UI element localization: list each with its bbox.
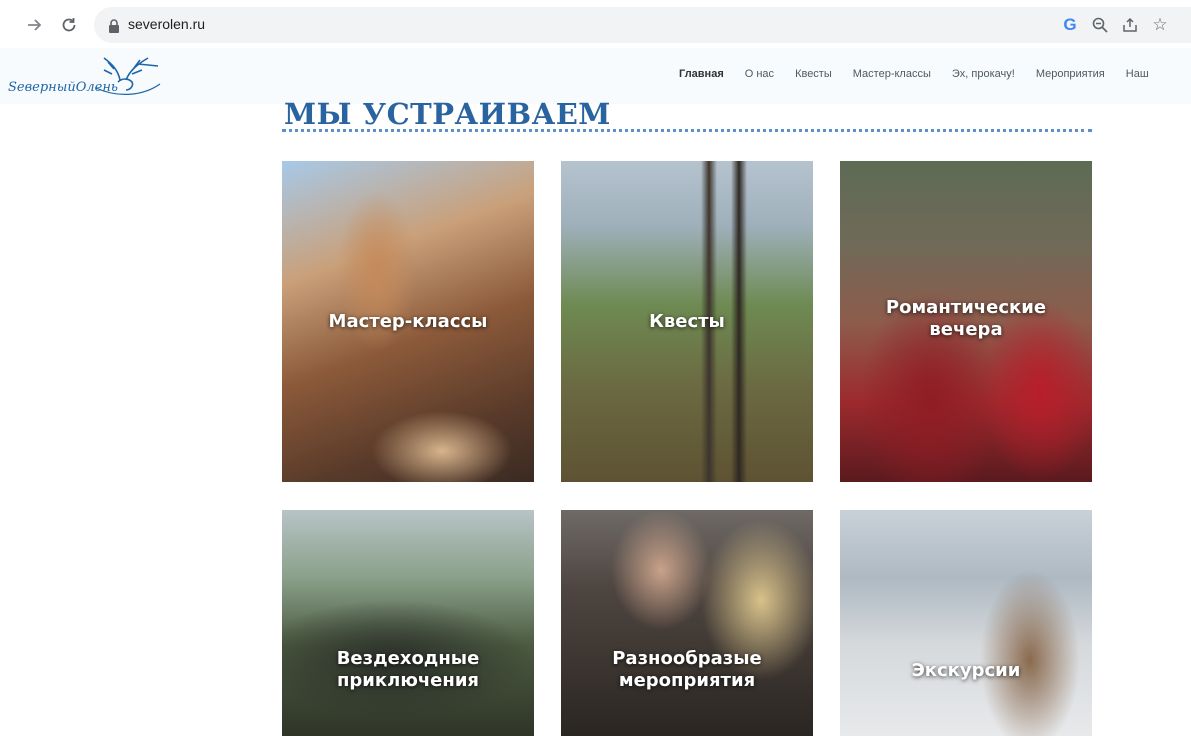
card-label: Вездеходные приключения [336, 648, 480, 691]
nav-item-events[interactable]: Мероприятия [1036, 68, 1105, 80]
card-label: Романтические вечера [885, 297, 1047, 340]
card-masterclasses[interactable]: Мастер-классы [282, 161, 534, 482]
nav-item-home[interactable]: Главная [679, 68, 724, 80]
nav-item-quests[interactable]: Квесты [795, 68, 832, 80]
share-icon[interactable] [1120, 15, 1140, 35]
card-label: Мастер-классы [328, 311, 488, 332]
logo-text: ЅеверныйОлень [8, 80, 118, 95]
card-label: Экскурсии [911, 660, 1021, 681]
card-romantic-evenings[interactable]: Романтические вечера [840, 161, 1092, 482]
site-header: ЅеверныйОлень Главная О нас Квесты Масте… [0, 48, 1191, 104]
title-divider [282, 129, 1092, 132]
nav-item-masterclasses[interactable]: Мастер-классы [853, 68, 931, 80]
zoom-icon[interactable] [1090, 15, 1110, 35]
nav-item-ride[interactable]: Эх, прокачу! [952, 68, 1015, 80]
reload-icon[interactable] [56, 12, 82, 38]
card-atv-adventures[interactable]: Вездеходные приключения [282, 510, 534, 736]
nav-item-ours[interactable]: Наш [1126, 68, 1149, 80]
nav-item-about[interactable]: О нас [745, 68, 774, 80]
url-text: severolen.ru [128, 16, 206, 32]
site-logo[interactable]: ЅеверныйОлень [8, 50, 168, 102]
forward-icon[interactable] [22, 12, 48, 38]
lock-icon [108, 18, 120, 37]
bookmark-star-icon[interactable]: ☆ [1150, 15, 1170, 35]
card-label: Квесты [649, 311, 725, 332]
google-icon[interactable]: G [1060, 15, 1080, 35]
card-various-events[interactable]: Разнообразые мероприятия [561, 510, 813, 736]
section-title: МЫ УСТРАИВАЕМ [284, 97, 611, 131]
main-nav: Главная О нас Квесты Мастер-классы Эх, п… [679, 68, 1170, 80]
card-quests[interactable]: Квесты [561, 161, 813, 482]
card-label: Разнообразые мероприятия [612, 648, 762, 691]
address-bar[interactable]: severolen.ru G ☆ [94, 7, 1191, 43]
card-excursions[interactable]: Экскурсии [840, 510, 1092, 736]
browser-toolbar: severolen.ru G ☆ [0, 0, 1191, 50]
